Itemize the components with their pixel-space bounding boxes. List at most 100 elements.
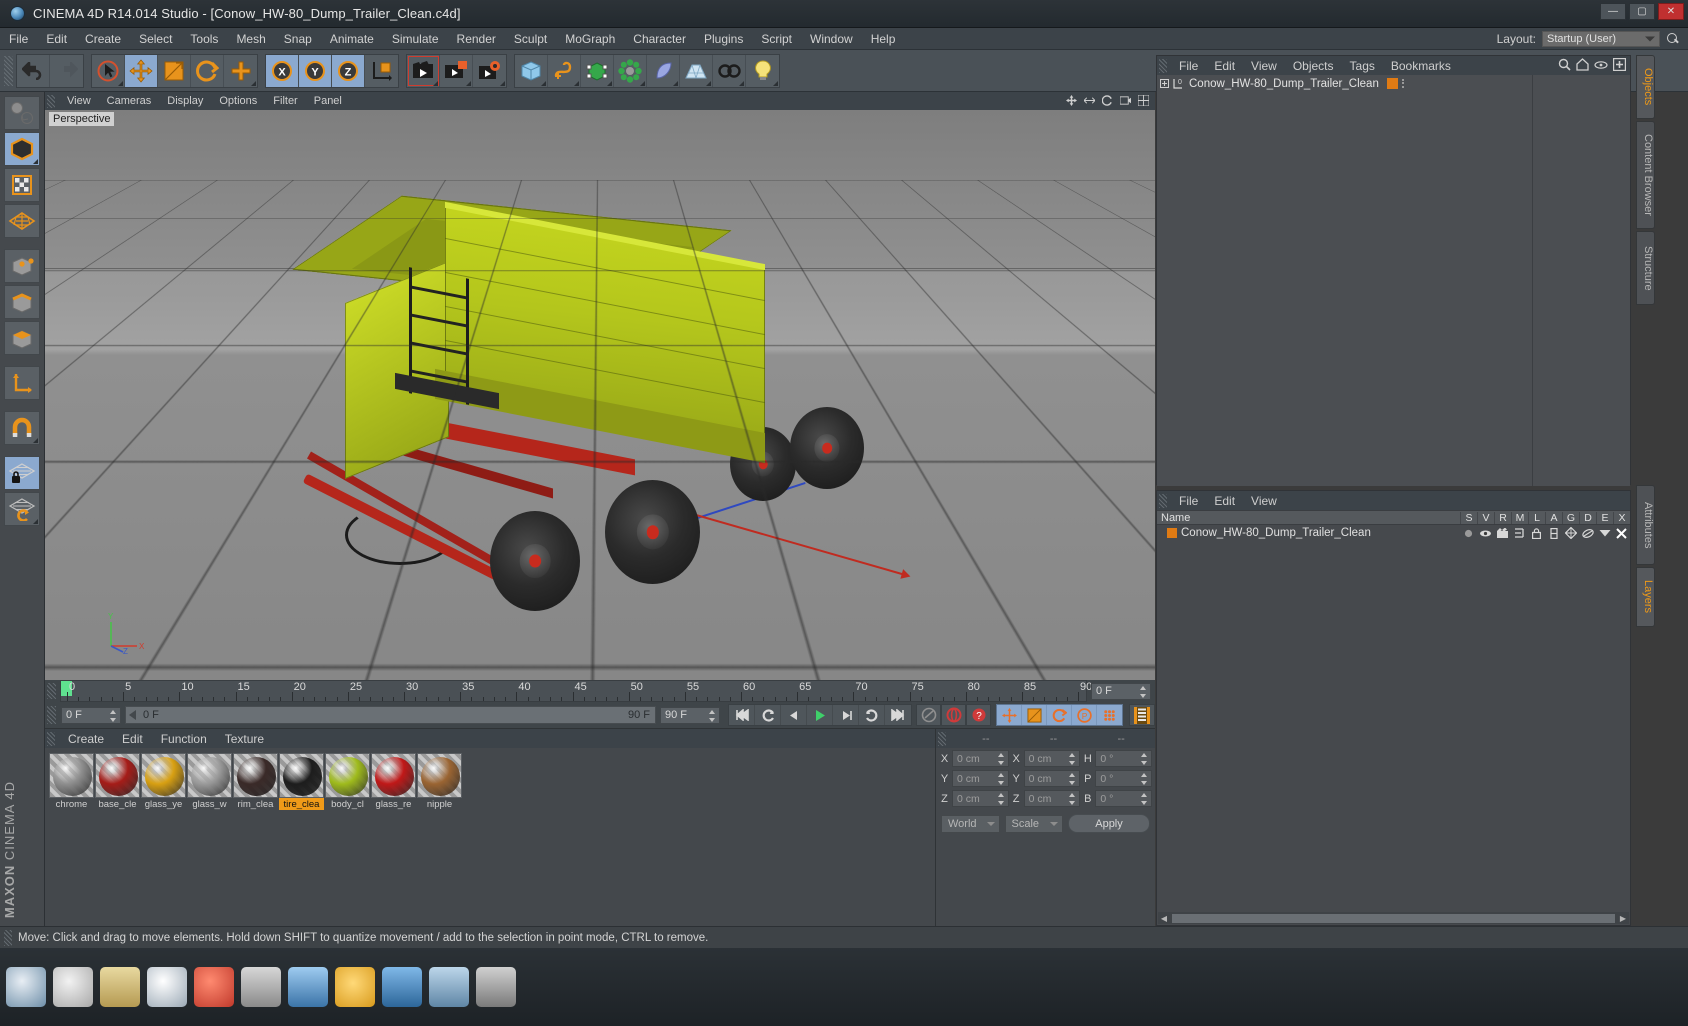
menu-plugins[interactable]: Plugins <box>695 30 752 48</box>
object-tree-row[interactable]: 0 Conow_HW-80_Dump_Trailer_Clean <box>1157 75 1630 92</box>
viewport-menu-options[interactable]: Options <box>211 95 265 107</box>
range-left-handle[interactable] <box>129 710 136 720</box>
start-frame-field[interactable]: 0 F <box>61 706 121 724</box>
tab-structure[interactable]: Structure <box>1636 231 1655 305</box>
object-tag-icon[interactable] <box>1386 78 1398 89</box>
add-cube-button[interactable] <box>515 54 548 87</box>
render-settings-button[interactable] <box>473 55 506 87</box>
layer-cell-m[interactable] <box>1511 528 1528 538</box>
layer-menu-edit[interactable]: Edit <box>1206 494 1243 508</box>
viewport-menu-filter[interactable]: Filter <box>265 95 305 107</box>
object-tag-overflow-icon[interactable] <box>1401 78 1405 89</box>
scroll-left-arrow-icon[interactable]: ◀ <box>1158 913 1170 923</box>
close-button[interactable]: ✕ <box>1658 3 1684 20</box>
material-item[interactable]: rim_clea <box>233 753 278 810</box>
material-item[interactable]: body_cl <box>325 753 370 810</box>
menu-render[interactable]: Render <box>448 30 505 48</box>
deformer-button[interactable] <box>647 54 680 87</box>
camera-view-icon[interactable] <box>1120 95 1131 106</box>
material-item[interactable]: glass_re <box>371 753 416 810</box>
tab-objects[interactable]: Objects <box>1636 55 1655 119</box>
object-menu-objects[interactable]: Objects <box>1285 59 1342 73</box>
object-menu-grip[interactable] <box>1159 58 1167 73</box>
expand-icon[interactable] <box>1160 79 1169 88</box>
coordinate-grip[interactable] <box>938 731 946 746</box>
tool-points-mode[interactable] <box>4 204 40 238</box>
go-to-end-button[interactable] <box>885 705 911 725</box>
size-x-field[interactable]: 0 cm <box>1023 750 1081 767</box>
add-spline-button[interactable] <box>548 54 581 87</box>
tool-model-mode[interactable] <box>4 132 40 166</box>
add-tool-button[interactable] <box>224 55 257 87</box>
go-to-previous-key-button[interactable] <box>755 705 781 725</box>
tool-make-editable[interactable] <box>4 96 40 130</box>
light-button[interactable] <box>746 55 779 87</box>
rotate-button[interactable] <box>191 54 224 87</box>
size-y-field[interactable]: 0 cm <box>1023 770 1081 787</box>
lock-y-button[interactable]: Y <box>299 54 332 87</box>
taskbar-icon-media[interactable] <box>194 967 234 1007</box>
current-frame-field[interactable]: 0 F <box>1091 682 1151 700</box>
material-thumbnail[interactable] <box>141 753 186 798</box>
size-z-stepper[interactable] <box>1069 793 1076 805</box>
size-z-field[interactable]: 0 cm <box>1023 790 1081 807</box>
position-y-field[interactable]: 0 cm <box>952 770 1009 787</box>
menu-mesh[interactable]: Mesh <box>227 30 274 48</box>
rotation-p-stepper[interactable] <box>1141 773 1148 785</box>
material-item[interactable]: glass_w <box>187 753 232 810</box>
layer-menu-grip[interactable] <box>1159 493 1167 508</box>
layer-color-swatch[interactable] <box>1167 528 1177 538</box>
size-y-stepper[interactable] <box>1069 773 1076 785</box>
scale-view-icon[interactable] <box>1084 95 1095 106</box>
tool-axis-mode[interactable] <box>4 366 40 400</box>
position-z-stepper[interactable] <box>997 793 1005 805</box>
world-object-coord-button[interactable] <box>365 55 398 87</box>
layout-view-icon[interactable] <box>1138 95 1149 106</box>
viewport-menu-view[interactable]: View <box>59 95 99 107</box>
array-button[interactable] <box>614 54 647 87</box>
toolbar-grip[interactable] <box>4 55 13 86</box>
object-menu-bookmarks[interactable]: Bookmarks <box>1383 59 1459 73</box>
render-region-button[interactable] <box>440 54 473 87</box>
layer-cell-s[interactable] <box>1460 529 1477 538</box>
material-thumbnail[interactable] <box>279 753 324 798</box>
point-level-animation-button[interactable] <box>1097 705 1122 725</box>
menu-animate[interactable]: Animate <box>321 30 383 48</box>
start-frame-stepper[interactable] <box>110 709 117 722</box>
taskbar-icon-window[interactable] <box>288 967 328 1007</box>
maximize-button[interactable]: ▢ <box>1629 3 1655 20</box>
material-menu-texture[interactable]: Texture <box>216 732 273 746</box>
step-forward-button[interactable] <box>833 705 859 725</box>
apply-button[interactable]: Apply <box>1068 814 1150 833</box>
home-icon[interactable] <box>1576 58 1589 71</box>
layer-cell-d[interactable] <box>1579 528 1596 539</box>
live-selection-button[interactable] <box>92 54 125 87</box>
move-view-icon[interactable] <box>1066 95 1077 106</box>
layer-menu-view[interactable]: View <box>1243 494 1285 508</box>
keyframe-selection-button[interactable]: ? <box>966 704 991 726</box>
redo-button[interactable] <box>50 55 83 87</box>
end-frame-field[interactable]: 90 F <box>660 706 720 724</box>
material-thumbnail[interactable] <box>371 753 416 798</box>
rotate-view-icon[interactable] <box>1102 95 1113 106</box>
tool-texture-mode[interactable] <box>4 168 40 202</box>
menu-window[interactable]: Window <box>801 30 862 48</box>
layer-cell-x[interactable] <box>1613 527 1630 539</box>
material-item[interactable]: glass_ye <box>141 753 186 810</box>
layer-cell-g[interactable] <box>1562 527 1579 539</box>
tab-attributes[interactable]: Attributes <box>1636 485 1655 565</box>
material-thumbnail[interactable] <box>49 753 94 798</box>
viewport-menu-panel[interactable]: Panel <box>306 95 350 107</box>
add-layer-icon[interactable] <box>1613 58 1626 71</box>
material-menu-create[interactable]: Create <box>59 732 113 746</box>
trailer-model[interactable] <box>285 195 864 635</box>
move-button[interactable] <box>125 54 158 87</box>
taskbar-icon-browser[interactable] <box>6 967 46 1007</box>
eye-icon[interactable] <box>1594 60 1608 70</box>
menu-script[interactable]: Script <box>752 30 801 48</box>
object-menu-tags[interactable]: Tags <box>1342 59 1383 73</box>
environment-button[interactable] <box>680 54 713 87</box>
lock-z-button[interactable]: Z <box>332 54 365 87</box>
scale-button[interactable] <box>158 54 191 87</box>
tool-point-mode[interactable] <box>4 249 40 283</box>
